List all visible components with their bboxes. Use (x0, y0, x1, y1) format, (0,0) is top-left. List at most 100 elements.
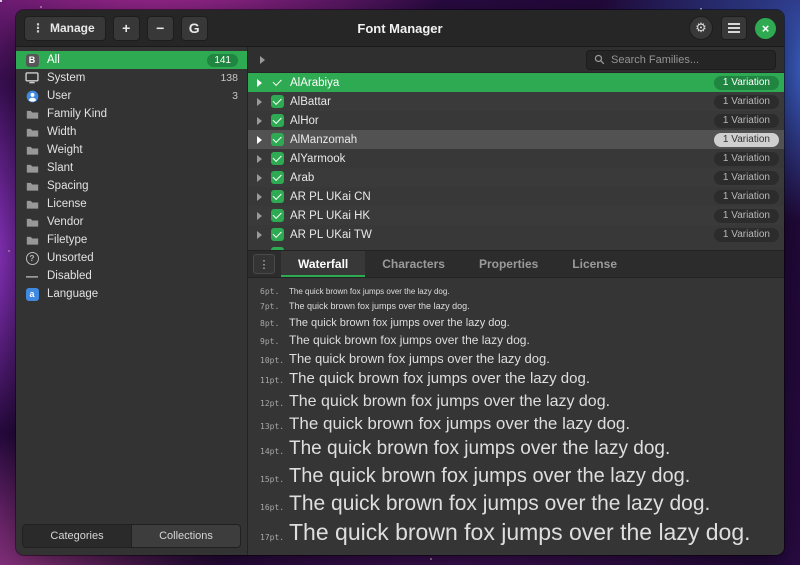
sidebar-item-label: System (47, 72, 85, 84)
tab-characters[interactable]: Characters (365, 251, 462, 277)
folder-icon (25, 125, 39, 139)
font-enabled-checkbox[interactable] (271, 114, 284, 127)
font-enabled-checkbox[interactable] (271, 228, 284, 241)
font-enabled-checkbox[interactable] (271, 190, 284, 203)
table-row[interactable]: AR PL UKai HK 1 Variation (248, 206, 784, 225)
sidebar-item-width[interactable]: Width (16, 123, 247, 141)
sidebar-item-language[interactable]: a Language (16, 285, 247, 303)
waterfall-line: 17pt. The quick brown fox jumps over the… (260, 520, 784, 545)
waterfall-size-label: 9pt. (260, 337, 284, 346)
preferences-button[interactable]: ⚙ (689, 16, 713, 40)
font-enabled-checkbox[interactable] (271, 76, 284, 89)
tab-license[interactable]: License (555, 251, 634, 277)
table-row[interactable]: AlYarmook 1 Variation (248, 149, 784, 168)
minus-icon: — (25, 269, 39, 283)
expander-icon[interactable] (253, 231, 265, 239)
folder-icon (25, 143, 39, 157)
sidebar-item-family-kind[interactable]: Family Kind (16, 105, 247, 123)
sidebar-item-vendor[interactable]: Vendor (16, 213, 247, 231)
font-enabled-checkbox[interactable] (271, 152, 284, 165)
headerbar: Font Manager ⋮ Manage + − G ⚙ × (16, 10, 784, 47)
add-collection-button[interactable]: + (113, 16, 140, 41)
waterfall-line: 6pt. The quick brown fox jumps over the … (260, 287, 784, 297)
expander-icon[interactable] (253, 174, 265, 182)
table-row[interactable]: AlHor 1 Variation (248, 111, 784, 130)
table-row[interactable]: AlBattar 1 Variation (248, 92, 784, 111)
expander-icon[interactable] (253, 193, 265, 201)
table-row[interactable]: AR PL UKai CN 1 Variation (248, 187, 784, 206)
waterfall-sample-text: The quick brown fox jumps over the lazy … (289, 439, 670, 460)
sidebar-item-user[interactable]: User 3 (16, 87, 247, 105)
waterfall-sample-text: The quick brown fox jumps over the lazy … (289, 371, 590, 388)
google-fonts-button[interactable]: G (181, 16, 208, 41)
sidebar-item-license[interactable]: License (16, 195, 247, 213)
font-enabled-checkbox[interactable] (271, 95, 284, 108)
preview-menu-button[interactable]: ⋮ (253, 254, 275, 274)
tab-waterfall[interactable]: Waterfall (281, 251, 365, 277)
expander-icon[interactable] (253, 117, 265, 125)
table-row[interactable]: AlManzomah 1 Variation (248, 130, 784, 149)
tab-categories[interactable]: Categories (23, 525, 131, 547)
remove-collection-button[interactable]: − (147, 16, 174, 41)
search-box (586, 50, 776, 70)
waterfall-line: 14pt. The quick brown fox jumps over the… (260, 439, 784, 460)
close-button[interactable]: × (755, 18, 776, 39)
font-list-header (248, 47, 784, 73)
waterfall-sample-text: The quick brown fox jumps over the lazy … (289, 317, 510, 329)
sidebar-item-label: Unsorted (47, 252, 94, 264)
font-family-name: AR PL UKai CN (290, 191, 371, 203)
waterfall-sample-text: The quick brown fox jumps over the lazy … (289, 465, 690, 487)
search-input[interactable] (611, 54, 768, 66)
waterfall-size-label: 14pt. (260, 447, 284, 456)
expander-icon[interactable] (253, 212, 265, 220)
variation-badge: 1 Variation (714, 190, 779, 204)
font-family-name: AR PL UKai TW (290, 229, 372, 241)
all-fonts-icon: B (25, 53, 39, 67)
waterfall-size-label: 11pt. (260, 376, 284, 385)
sidebar-item-disabled[interactable]: — Disabled (16, 267, 247, 285)
font-enabled-checkbox[interactable] (271, 209, 284, 222)
font-enabled-checkbox[interactable] (271, 171, 284, 184)
manage-button[interactable]: ⋮ Manage (24, 16, 106, 41)
font-family-name: Arab (290, 172, 314, 184)
table-row[interactable]: AlArabiya 1 Variation (248, 73, 784, 92)
gear-icon: ⚙ (695, 20, 707, 36)
count-badge: 141 (207, 54, 238, 67)
category-list: B All 141 System 138 User 3 (16, 47, 247, 518)
language-icon: a (25, 287, 39, 301)
expander-icon[interactable] (253, 136, 265, 144)
expander-icon[interactable] (253, 79, 265, 87)
table-row[interactable]: Arab 1 Variation (248, 168, 784, 187)
tab-collections[interactable]: Collections (131, 525, 240, 547)
waterfall-size-label: 6pt. (260, 287, 284, 296)
waterfall-preview: 6pt. The quick brown fox jumps over the … (248, 278, 784, 555)
sidebar-item-label: License (47, 198, 87, 210)
font-family-name: AlManzomah (290, 134, 357, 146)
expander-icon[interactable] (253, 98, 265, 106)
font-enabled-checkbox[interactable] (271, 133, 284, 146)
sidebar-item-spacing[interactable]: Spacing (16, 177, 247, 195)
app-menu-button[interactable] (721, 16, 747, 40)
count-label: 3 (232, 90, 238, 102)
sidebar-item-system[interactable]: System 138 (16, 69, 247, 87)
sidebar-item-label: Disabled (47, 270, 92, 282)
expander-icon[interactable] (253, 155, 265, 163)
table-row[interactable]: AR PL UKai TW 1 Variation (248, 225, 784, 244)
sidebar-item-all[interactable]: B All 141 (16, 51, 247, 69)
expand-all-icon[interactable] (256, 56, 268, 64)
waterfall-sample-text: The quick brown fox jumps over the lazy … (289, 288, 450, 297)
sidebar-item-filetype[interactable]: Filetype (16, 231, 247, 249)
waterfall-size-label: 8pt. (260, 319, 284, 328)
sidebar-item-unsorted[interactable]: ? Unsorted (16, 249, 247, 267)
close-icon: × (762, 21, 770, 36)
sidebar-item-slant[interactable]: Slant (16, 159, 247, 177)
font-list: AlArabiya 1 Variation AlBattar 1 Variati… (248, 73, 784, 250)
folder-icon (25, 233, 39, 247)
waterfall-size-label: 17pt. (260, 533, 284, 542)
tab-properties[interactable]: Properties (462, 251, 555, 277)
waterfall-line: 10pt. The quick brown fox jumps over the… (260, 352, 784, 366)
sidebar-item-weight[interactable]: Weight (16, 141, 247, 159)
vertical-dots-icon: ⋮ (32, 21, 44, 35)
font-family-name: AlArabiya (290, 77, 339, 89)
variation-badge: 1 Variation (714, 114, 779, 128)
